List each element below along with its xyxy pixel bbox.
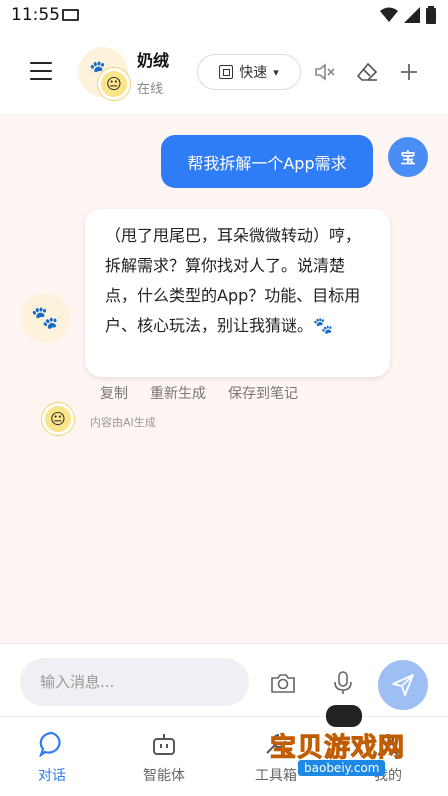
status-bar: 11:55 [0, 0, 448, 30]
new-chat-plus-icon[interactable] [397, 60, 421, 84]
message-input[interactable] [20, 658, 249, 706]
robot-icon [151, 731, 177, 757]
watermark-url: baobeiy.com [298, 760, 386, 776]
chevron-down-icon: ▾ [273, 65, 279, 79]
ai-generated-note: 内容由AI生成 [90, 416, 156, 429]
agent-status: 在线 [137, 82, 164, 97]
copy-button[interactable]: 复制 [100, 383, 128, 403]
tab-label: 智能体 [143, 768, 185, 784]
user-avatar: 宝 [388, 137, 428, 177]
wifi-icon [380, 7, 398, 22]
bot-avatar: 🐾 [20, 293, 70, 343]
chip-icon [219, 65, 234, 79]
watermark-text: 宝贝游戏网 [269, 733, 406, 764]
tab-label: 对话 [38, 768, 66, 784]
chat-header: 🐾 😐 奶绒 在线 快速 ▾ [0, 30, 448, 115]
mail-icon [62, 9, 79, 21]
mode-selector[interactable]: 快速 ▾ [197, 54, 301, 90]
menu-icon[interactable] [30, 62, 52, 82]
agent-emoji-badge: 😐 [98, 68, 130, 100]
tab-agents[interactable]: 智能体 [119, 731, 209, 785]
status-icons [380, 6, 436, 24]
watermark: 宝贝游戏网 baobeiy.com [262, 705, 442, 785]
regenerate-button[interactable]: 重新生成 [150, 383, 206, 403]
message-actions: 复制 重新生成 保存到笔记 [100, 383, 298, 403]
send-button[interactable] [378, 660, 428, 710]
eraser-icon[interactable] [355, 60, 379, 84]
mute-icon[interactable] [313, 60, 337, 84]
status-time: 11:55 [11, 5, 60, 25]
save-to-notes-button[interactable]: 保存到笔记 [228, 383, 298, 403]
gamepad-icon [326, 705, 362, 727]
tab-chat[interactable]: 对话 [7, 731, 97, 785]
chat-area[interactable]: 帮我拆解一个App需求 宝 🐾 （甩了甩尾巴，耳朵微微转动）哼，拆解需求？算你找… [0, 115, 448, 643]
bot-message-bubble[interactable]: （甩了甩尾巴，耳朵微微转动）哼，拆解需求？算你找对人了。说清楚点，什么类型的Ap… [85, 209, 390, 377]
chat-bubble-icon [39, 731, 65, 757]
bot-emoji-badge: 😐 [42, 403, 74, 435]
camera-icon[interactable] [270, 670, 296, 696]
agent-name: 奶绒 [137, 51, 170, 70]
mode-label: 快速 [239, 65, 268, 81]
signal-icon [404, 7, 420, 23]
send-icon [392, 674, 414, 696]
user-message-bubble[interactable]: 帮我拆解一个App需求 [161, 135, 373, 188]
microphone-icon[interactable] [330, 670, 356, 696]
battery-icon [426, 6, 436, 24]
